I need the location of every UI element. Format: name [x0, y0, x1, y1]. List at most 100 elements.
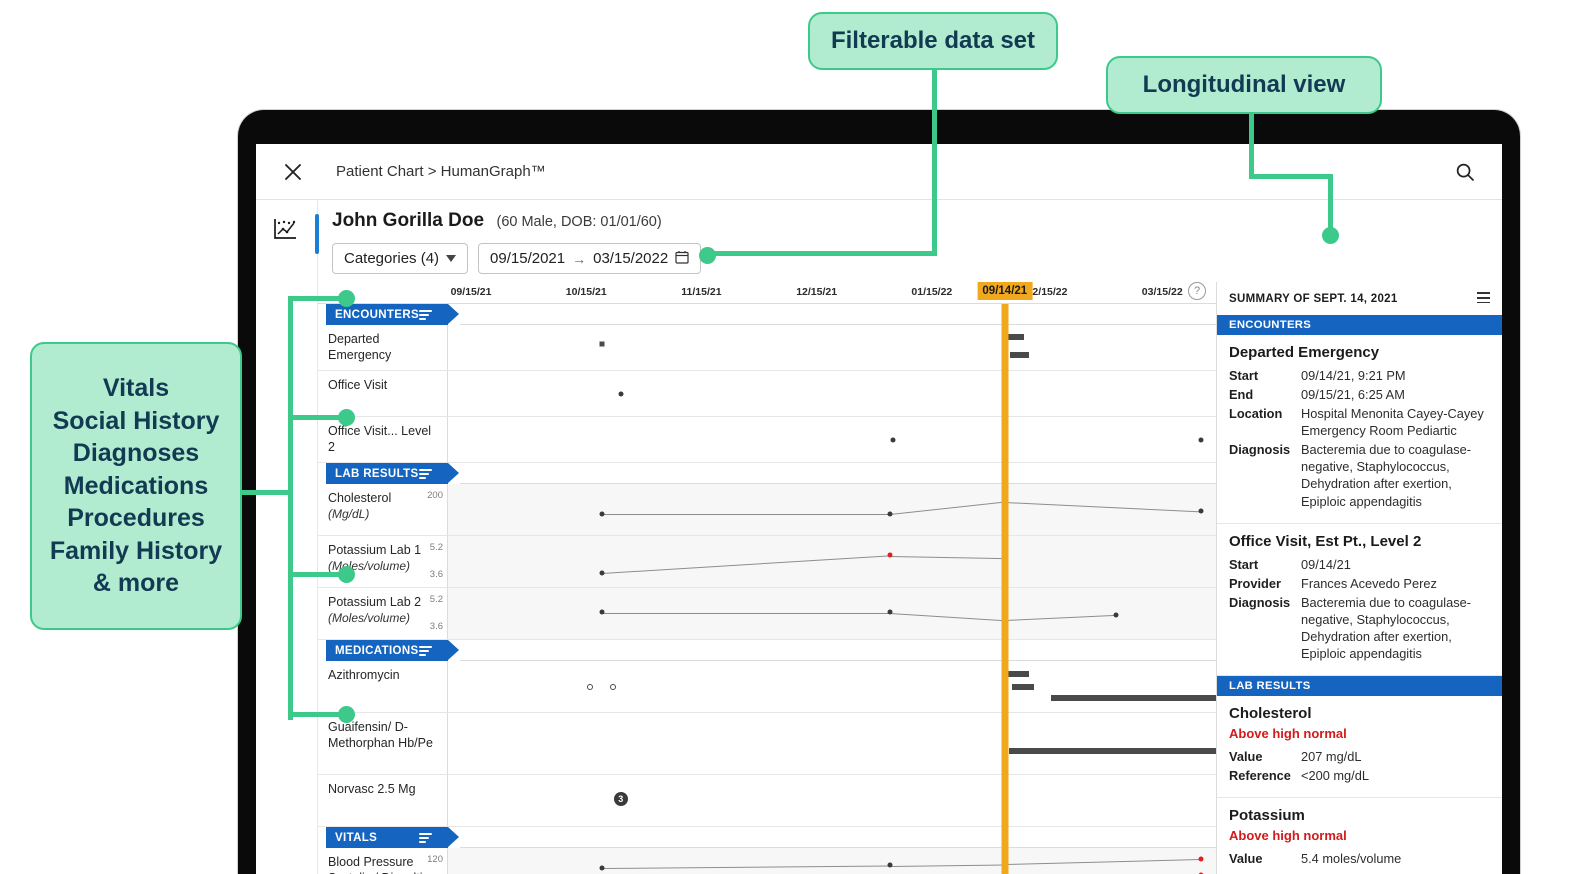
- current-date-indicator[interactable]: [1001, 304, 1009, 874]
- timeline-mark-bar[interactable]: [1008, 747, 1216, 754]
- summary-panel: SUMMARY OF SEPT. 14, 2021 ENCOUNTERS Depa…: [1216, 282, 1502, 874]
- timeline-mark-hollow[interactable]: [610, 683, 617, 690]
- category-chip-label: LAB RESULTS: [335, 467, 419, 480]
- summary-field: Reference <200 mg/dL: [1229, 767, 1490, 784]
- timeline-mark-bar[interactable]: [1012, 683, 1034, 690]
- timeline-data-point[interactable]: [1198, 856, 1204, 862]
- timeline-mark-dot[interactable]: [1198, 437, 1204, 443]
- timeline-data-point[interactable]: [599, 865, 605, 871]
- search-icon[interactable]: [1448, 155, 1482, 189]
- timeline-mark-bar[interactable]: [1050, 695, 1216, 702]
- axis-track[interactable]: 09/15/21 10/15/21 11/15/21 12/15/21 01/15/22…: [448, 282, 1216, 303]
- timeline-data-point[interactable]: [1198, 508, 1204, 514]
- category-chip-label: MEDICATIONS: [335, 644, 419, 657]
- timeline-row-plot[interactable]: [448, 588, 1216, 639]
- categories-dropdown-label: Categories (4): [344, 250, 440, 267]
- timeline-axis: 09/15/21 10/15/21 11/15/21 12/15/21 01/15/22…: [318, 282, 1216, 304]
- callout-line-medications: Medications: [63, 471, 209, 500]
- timeline-mark-dot[interactable]: [890, 437, 896, 443]
- callout-line-diagnoses: Diagnoses: [72, 439, 200, 468]
- timeline-row-label: Norvasc 2.5 Mg: [318, 775, 448, 826]
- category-chip-vitals[interactable]: VITALS: [326, 827, 459, 848]
- timeline-row-plot[interactable]: [448, 713, 1216, 774]
- timeline-mark-hollow[interactable]: [587, 683, 594, 690]
- timeline-row: Azithromycin: [318, 661, 1216, 713]
- axis-highlight-date[interactable]: 09/14/21: [977, 282, 1033, 300]
- timeline-mark-bar[interactable]: [1007, 670, 1029, 677]
- timeline-data-point[interactable]: [599, 570, 605, 576]
- date-range-picker[interactable]: 09/15/2021 → 03/15/2022: [478, 243, 702, 274]
- category-rule: [460, 827, 1216, 848]
- row-label-text: Cholesterol: [328, 491, 392, 505]
- timeline-row-plot[interactable]: [448, 417, 1216, 462]
- timeline-data-point[interactable]: [887, 609, 893, 615]
- summary-block[interactable]: Cholesterol Above high normal Value 207 mg/…: [1217, 696, 1502, 798]
- category-chip-medications[interactable]: MEDICATIONS: [326, 640, 459, 661]
- timeline-mark-bar[interactable]: [1010, 351, 1030, 358]
- timeline-row-plot[interactable]: [448, 661, 1216, 712]
- timeline-row-label: Azithromycin: [318, 661, 448, 712]
- filter-lines-icon[interactable]: [419, 310, 432, 322]
- timeline-data-point[interactable]: [887, 862, 893, 868]
- row-label-text: Blood Pressure Systolic / Diasoltic: [328, 855, 429, 874]
- timeline-row-plot[interactable]: [448, 325, 1216, 370]
- summary-block-title: Office Visit, Est Pt., Level 2: [1229, 532, 1422, 550]
- date-range-arrow-icon: →: [572, 250, 587, 267]
- axis-tick-label: 03/15/22: [1141, 286, 1183, 298]
- summary-field-key: Diagnosis: [1229, 442, 1291, 458]
- category-chip-label: ENCOUNTERS: [335, 308, 420, 321]
- filter-lines-icon[interactable]: [419, 646, 432, 658]
- summary-field: Diagnosis Bacteremia due to coagulase-neg…: [1229, 441, 1490, 509]
- timeline-row-plot[interactable]: [448, 371, 1216, 416]
- timeline-mark-dot[interactable]: [618, 391, 624, 396]
- filter-lines-icon[interactable]: [419, 833, 432, 845]
- category-banner-row: VITALS: [318, 827, 1216, 848]
- timeline-data-point[interactable]: [599, 511, 605, 517]
- timeline-mark-badge[interactable]: 3: [613, 792, 628, 807]
- leader-dot-vitals: [338, 706, 355, 723]
- timeline-data-point[interactable]: [887, 511, 893, 517]
- summary-block[interactable]: Potassium Above high normal Value 5.4 moles…: [1217, 798, 1502, 874]
- summary-block[interactable]: Office Visit, Est Pt., Level 2 Start 09/14…: [1217, 524, 1502, 676]
- summary-field-value: Hospital Menonita Cayey-Cayey Emergency …: [1301, 406, 1484, 439]
- date-range-start: 09/15/2021: [490, 250, 566, 267]
- category-banner-row: LAB RESULTS: [318, 463, 1216, 484]
- timeline-row-label: Office Visit... Level 2: [318, 417, 448, 462]
- summary-field-key: Start: [1229, 368, 1259, 384]
- timeline-mark-square[interactable]: [599, 341, 605, 347]
- patient-name: John Gorilla Doe: [332, 210, 485, 231]
- row-unit-text: (Mg/dL): [328, 506, 370, 521]
- leader-longitudinal-horizontal: [1249, 174, 1333, 179]
- date-range-end: 03/15/2022: [593, 250, 669, 267]
- filter-lines-icon[interactable]: [419, 469, 432, 481]
- calendar-icon[interactable]: [675, 250, 689, 268]
- app-top-bar: Patient Chart > HumanGraph™: [256, 144, 1502, 200]
- timeline-data-point[interactable]: [887, 552, 893, 558]
- timeline-row: Office Visit: [318, 371, 1216, 417]
- list-view-icon[interactable]: [1477, 292, 1490, 306]
- timeline-row-plot[interactable]: [448, 848, 1216, 874]
- leader-longitudinal-vertical-a: [1249, 112, 1254, 176]
- row-scale-top: 200: [427, 490, 443, 501]
- categories-dropdown[interactable]: Categories (4): [332, 243, 469, 274]
- summary-block[interactable]: Departed Emergency Start 09/14/21, 9:21 PM…: [1217, 335, 1502, 524]
- timeline-data-point[interactable]: [599, 609, 605, 615]
- timeline-row-plot[interactable]: [448, 536, 1216, 587]
- category-chip-encounters[interactable]: ENCOUNTERS: [326, 304, 459, 325]
- summary-field-value: <200 mg/dL: [1301, 767, 1369, 783]
- close-icon[interactable]: [276, 155, 310, 189]
- timeline-series-segment: [601, 865, 890, 869]
- leader-dot-lab-results: [338, 409, 355, 426]
- row-scale-bottom: 3.6: [429, 569, 443, 581]
- timeline-row-plot[interactable]: [448, 484, 1216, 535]
- screenshot-stage: Filterable data set Longitudinal view Vi…: [0, 0, 1582, 874]
- timeline-data-point[interactable]: [1113, 612, 1119, 618]
- timeline-row: Departed Emergency: [318, 325, 1216, 371]
- category-rule: [460, 463, 1216, 484]
- timeline-row-plot[interactable]: 3: [448, 775, 1216, 826]
- axis-tick-label: 11/15/21: [681, 286, 722, 298]
- category-chip-lab-results[interactable]: LAB RESULTS: [326, 463, 459, 484]
- chart-icon[interactable]: [270, 214, 304, 248]
- timeline-series-segment: [601, 555, 890, 575]
- leader-dot-encounters: [338, 290, 355, 307]
